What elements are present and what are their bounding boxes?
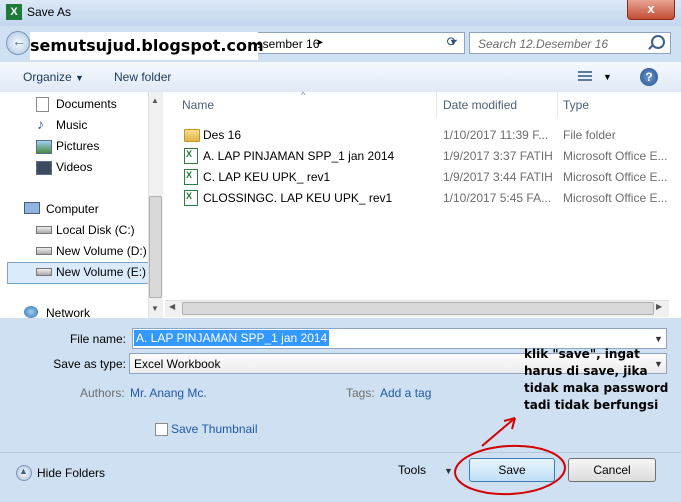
- scroll-up-icon[interactable]: ▲: [151, 96, 159, 105]
- file-type: File folder: [563, 128, 616, 142]
- file-name[interactable]: Des 16: [203, 128, 241, 142]
- documents-icon: [36, 97, 49, 112]
- column-divider[interactable]: [436, 92, 437, 118]
- cancel-button[interactable]: Cancel: [568, 458, 656, 482]
- nav-item-network[interactable]: Network: [46, 306, 90, 318]
- music-icon: ♪: [37, 116, 44, 132]
- save-thumbnail-checkbox[interactable]: [155, 423, 168, 436]
- refresh-icon[interactable]: ⟳: [442, 33, 462, 51]
- file-name[interactable]: C. LAP KEU UPK_ rev1: [203, 170, 330, 184]
- nav-item-pictures[interactable]: Pictures: [56, 139, 99, 153]
- pictures-icon: [36, 140, 52, 154]
- annotation-marker: [454, 417, 566, 496]
- file-name-dropdown-icon[interactable]: ▼: [654, 334, 663, 344]
- file-name[interactable]: A. LAP PINJAMAN SPP_1 jan 2014: [203, 149, 394, 163]
- column-divider[interactable]: [557, 92, 558, 118]
- new-folder-button[interactable]: New folder: [114, 70, 171, 84]
- title-bar: [0, 0, 681, 26]
- column-header-name[interactable]: Name: [182, 92, 214, 118]
- authors-value[interactable]: Mr. Anang Mc.: [130, 386, 207, 400]
- save-thumbnail-label[interactable]: Save Thumbnail: [171, 422, 258, 436]
- annotation-line: tadi tidak berfungsi: [524, 398, 659, 412]
- file-name-label: File name:: [69, 332, 126, 346]
- sort-indicator-icon: ^: [301, 90, 306, 100]
- save-highlight-circle: [454, 444, 566, 496]
- scroll-down-icon[interactable]: ▼: [151, 304, 159, 313]
- save-as-type-label: Save as type:: [53, 357, 126, 371]
- file-date: 1/10/2017 11:39 F...: [443, 128, 549, 142]
- hide-folders-button[interactable]: Hide Folders: [37, 466, 105, 480]
- back-button[interactable]: [6, 31, 30, 55]
- authors-label: Authors:: [80, 386, 125, 400]
- nav-item-music[interactable]: Music: [56, 118, 87, 132]
- drive-icon: [36, 268, 52, 276]
- tools-button[interactable]: Tools: [398, 463, 426, 477]
- path-arrow-icon[interactable]: ▸: [318, 37, 323, 48]
- tags-value[interactable]: Add a tag: [380, 386, 431, 400]
- address-path[interactable]: esember 16: [256, 37, 319, 51]
- nav-item-videos[interactable]: Videos: [56, 160, 92, 174]
- close-button[interactable]: x: [627, 0, 675, 20]
- network-icon: [24, 306, 38, 318]
- watermark: semutsujud.blogspot.com: [30, 32, 264, 60]
- file-date: 1/9/2017 3:44 FATIH: [443, 170, 553, 184]
- search-icon[interactable]: [651, 35, 665, 49]
- annotation-note: klik "save", ingat harus di save, jika t…: [524, 346, 669, 414]
- window-title: Save As: [27, 5, 72, 19]
- nav-scroll-thumb[interactable]: [149, 196, 162, 298]
- file-date: 1/9/2017 3:37 FATIH: [443, 149, 553, 163]
- scroll-left-icon[interactable]: ◀: [169, 302, 175, 311]
- annotation-line: tidak maka password: [524, 381, 669, 395]
- column-header-type[interactable]: Type: [563, 92, 589, 118]
- view-options-icon[interactable]: [578, 71, 592, 83]
- nav-item-local-disk-c[interactable]: Local Disk (C:): [56, 223, 135, 237]
- file-type: Microsoft Office E...: [563, 149, 668, 163]
- tags-label: Tags:: [346, 386, 375, 400]
- excel-file-icon: [184, 169, 198, 185]
- nav-item-documents[interactable]: Documents: [56, 97, 117, 111]
- annotation-arrow: [481, 417, 516, 447]
- view-dropdown-icon[interactable]: ▼: [603, 72, 612, 82]
- file-name-input-value[interactable]: A. LAP PINJAMAN SPP_1 jan 2014: [134, 330, 330, 346]
- excel-app-icon: X: [6, 4, 22, 20]
- horizontal-scroll-thumb[interactable]: [182, 302, 654, 315]
- file-name[interactable]: CLOSSINGC. LAP KEU UPK_ rev1: [203, 191, 392, 205]
- nav-item-computer[interactable]: Computer: [46, 202, 99, 216]
- help-icon[interactable]: ?: [640, 68, 658, 86]
- file-type: Microsoft Office E...: [563, 170, 668, 184]
- drive-icon: [36, 226, 52, 234]
- nav-item-new-volume-d[interactable]: New Volume (D:): [56, 244, 147, 258]
- search-placeholder[interactable]: Search 12.Desember 16: [478, 37, 608, 51]
- videos-icon: [36, 161, 52, 175]
- excel-file-icon: [184, 148, 198, 164]
- file-date: 1/10/2017 5:45 FA...: [443, 191, 552, 205]
- hide-folders-icon[interactable]: [16, 465, 32, 481]
- computer-icon: [24, 202, 40, 214]
- scroll-right-icon[interactable]: ▶: [656, 302, 662, 311]
- excel-file-icon: [184, 190, 198, 206]
- column-header-date[interactable]: Date modified: [443, 92, 517, 118]
- organize-button[interactable]: Organize ▼: [23, 70, 84, 84]
- file-type: Microsoft Office E...: [563, 191, 668, 205]
- annotation-line: klik "save", ingat: [524, 347, 640, 361]
- drive-icon: [36, 247, 52, 255]
- save-as-type-value[interactable]: Excel Workbook: [134, 357, 220, 371]
- annotation-line: harus di save, jika: [524, 364, 648, 378]
- folder-icon: [184, 129, 200, 142]
- nav-item-new-volume-e[interactable]: New Volume (E:): [56, 265, 146, 279]
